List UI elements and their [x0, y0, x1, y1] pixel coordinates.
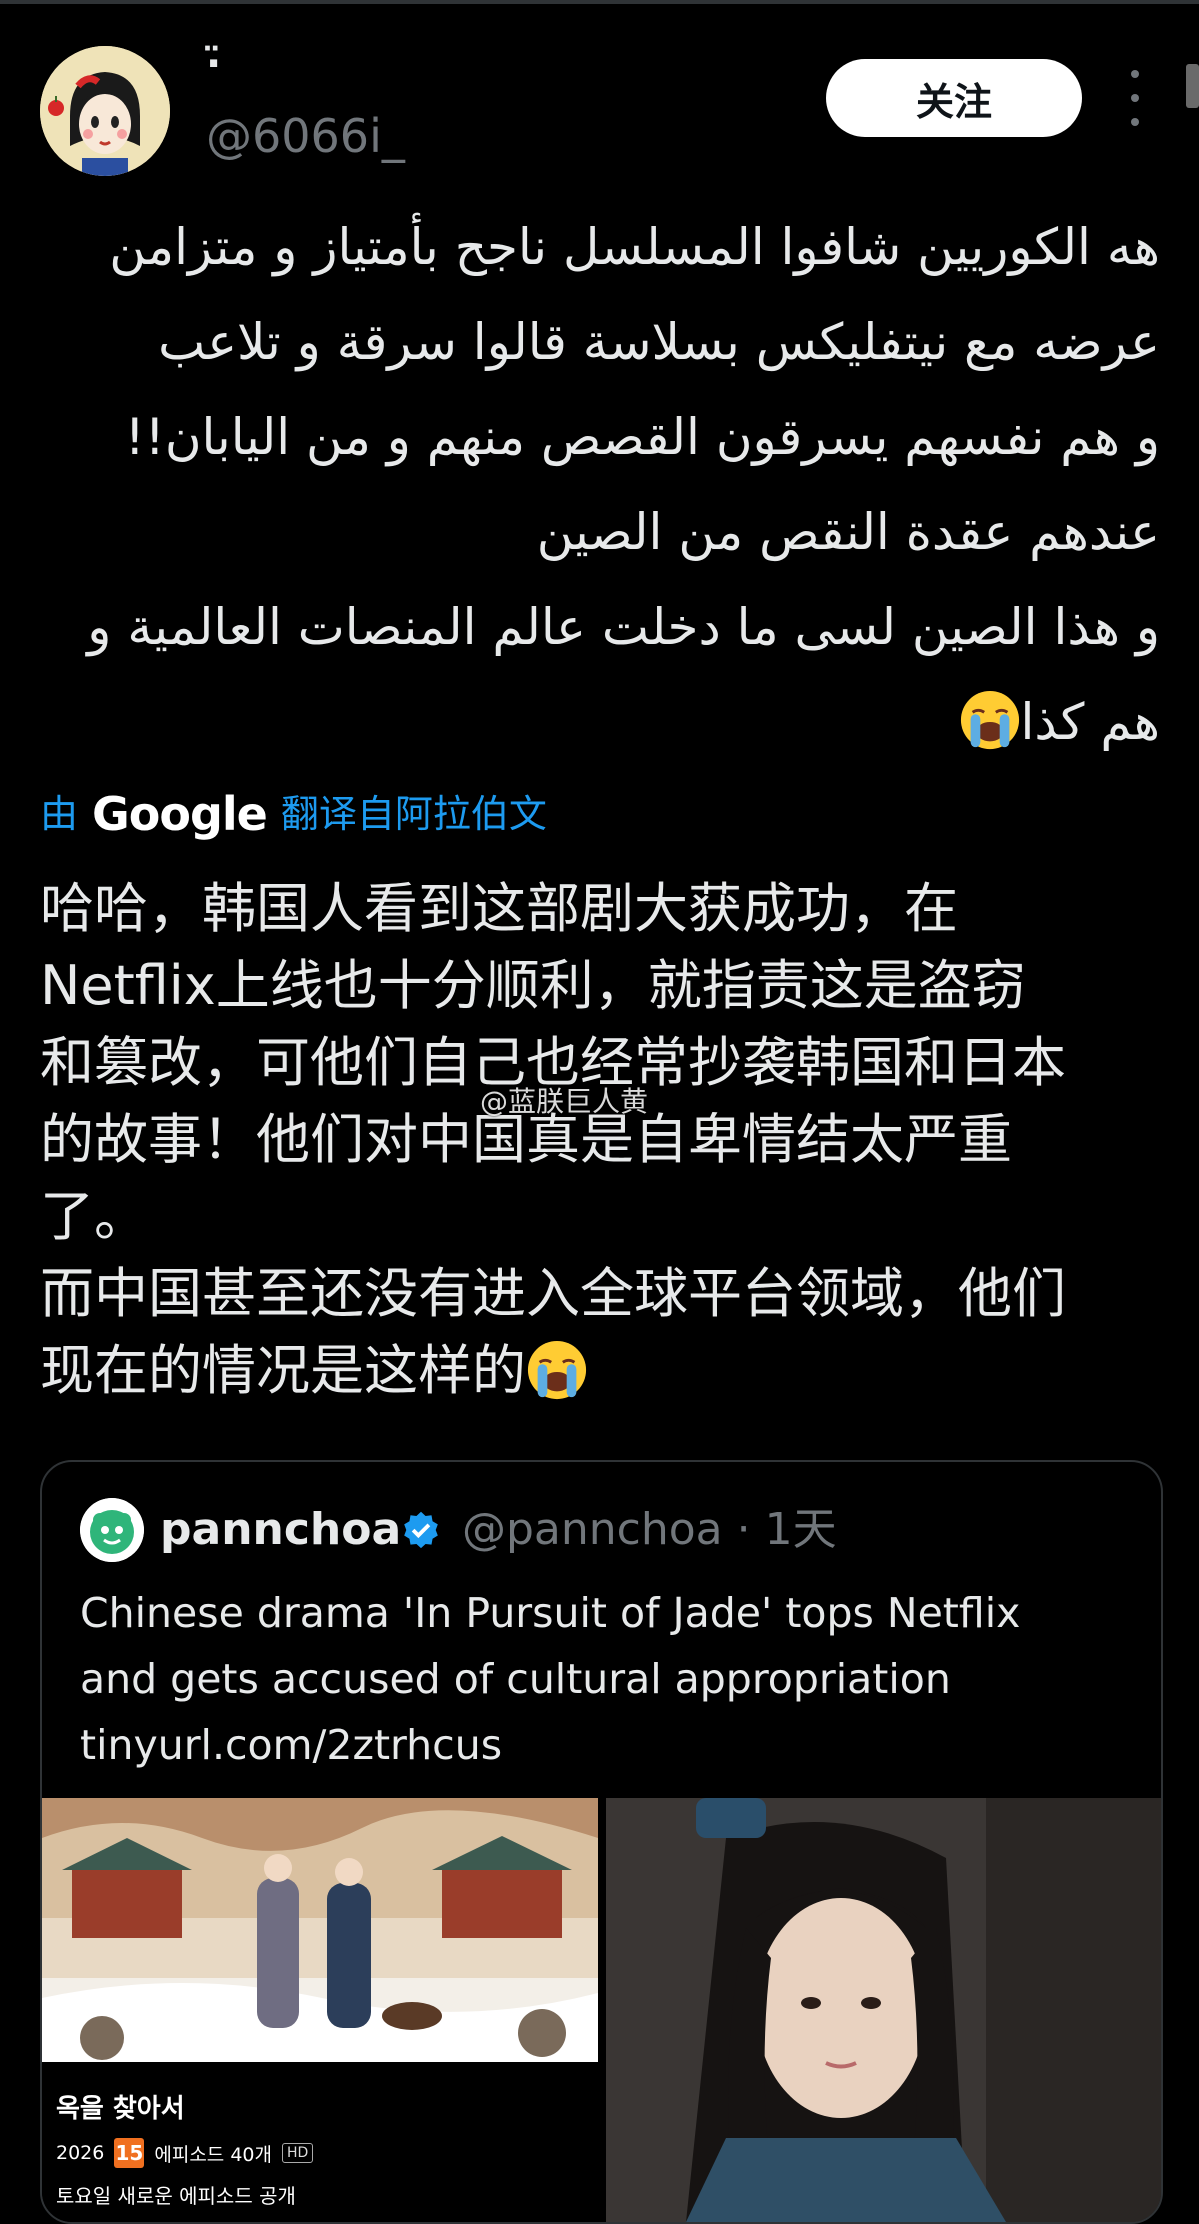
- media-title: 옥을 찾아서: [56, 2094, 185, 2124]
- loudly-crying-face-icon: [527, 1340, 587, 1400]
- avatar[interactable]: [40, 46, 170, 176]
- tweet-text-line: ﻭ ﻫﻢ ﻧﻔﺴﻬﻢ ﻳﺴﺮﻗﻮﻥ ﺍﻟﻘﺼﺺ ﻣﻨﻬﻢ ﻭ ﻣﻦ ﺍﻟﻴﺎﺑﺎ…: [124, 408, 1160, 466]
- tweet-text-original: ﻫﻪ ﺍﻟﻜﻮﺭﻳﻴﻦ ﺷﺎﻓﻮﺍ ﺍﻟﻤﺴﻠﺴﻞ ﻧﺎﺟﺢ ﺑﺄﻣﺘﻴﺎﺯ ﻭ…: [30, 200, 1160, 770]
- quoted-text-line: and gets accused of cultural appropriati…: [80, 1655, 951, 1703]
- translate-by-label: 由: [40, 792, 79, 836]
- media-episodes: 에피소드 40개: [154, 2143, 272, 2166]
- quoted-tweet[interactable]: pannchoa @pannchoa · 1天 Chinese drama 'I…: [40, 1460, 1163, 2224]
- quoted-display-name[interactable]: pannchoa: [160, 1502, 401, 1558]
- translated-line: 哈哈，韩国人看到这部剧大获成功，在: [40, 877, 958, 940]
- quoted-handle-time: @pannchoa · 1天: [462, 1504, 837, 1555]
- media-meta: 2026 15 에피소드 40개 HD: [56, 2138, 314, 2168]
- quoted-text: Chinese drama 'In Pursuit of Jade' tops …: [80, 1580, 1140, 1778]
- top-divider: [0, 0, 1199, 4]
- translation-attribution: 由 Google 翻译自阿拉伯文: [40, 786, 547, 842]
- tweet-text-line: ﻫﻪ ﺍﻟﻜﻮﺭﻳﻴﻦ ﺷﺎﻓﻮﺍ ﺍﻟﻤﺴﻠﺴﻞ ﻧﺎﺟﺢ ﺑﺄﻣﺘﻴﺎﺯ ﻭ…: [109, 218, 1160, 276]
- weibo-watermark: @蓝朕巨人黄: [480, 1085, 649, 1118]
- translated-from-link[interactable]: 翻译自阿拉伯文: [281, 786, 547, 842]
- tweet-text-line: ﻭ ﻫﺬﺍ ﺍﻟﺼﻴﻦ ﻟﺴﻰ ﻣﺎ ﺩﺧﻠﺖ ﻋﺎﻟﻢ ﺍﻟﻤﻨﺼﺎﺕ ﺍﻟﻌ…: [87, 598, 1160, 656]
- translated-line-last: 现在的情况是这样的: [40, 1332, 1170, 1409]
- quoted-link[interactable]: tinyurl.com/2ztrhcus: [80, 1712, 1140, 1778]
- google-logo: Google: [92, 787, 268, 841]
- follow-button[interactable]: 关注: [826, 59, 1082, 137]
- media-subtitle: 토요일 새로운 에피소드 공개: [56, 2184, 296, 2208]
- media-image-left[interactable]: 옥을 찾아서 2026 15 에피소드 40개 HD 토요일 새로운 에피소드 …: [42, 1798, 598, 2222]
- tweet-text-line-last: ﻫﻢ ﻛﺬﺍ: [30, 675, 1160, 770]
- media-image-right[interactable]: [606, 1798, 1161, 2222]
- age-rating-badge: 15: [114, 2138, 145, 2168]
- translated-line: 现在的情况是这样的: [40, 1339, 526, 1402]
- quoted-text-line: Chinese drama 'In Pursuit of Jade' tops …: [80, 1589, 1021, 1637]
- tweet-text-line: ﻋﻨﺪﻫﻢ ﻋﻘﺪﺓ ﺍﻟﻨﻘﺺ ﻣﻦ ﺍﻟﺼﻴﻦ: [536, 503, 1160, 561]
- translated-line: Netflix上线也十分顺利，就指责这是盗窃: [40, 954, 1026, 1017]
- tweet-text-line: ﻋﺮﺿﻪ ﻣﻊ ﻧﻴﺘﻔﻠﻴﻜﺲ ﺑﺴﻼﺳﺔ ﻗﺎﻟﻮﺍ ﺳﺮﻗﺔ ﻭ ﺗﻼﻋﺐ: [158, 313, 1160, 371]
- loudly-crying-face-icon: [960, 690, 1019, 750]
- display-name[interactable]: ·̈: [206, 40, 221, 88]
- scrollbar[interactable]: [1186, 64, 1199, 108]
- more-options-icon[interactable]: [1120, 70, 1150, 126]
- translated-line: 了。: [40, 1185, 148, 1248]
- actor-portrait: [606, 1798, 1161, 2222]
- media-year: 2026: [56, 2142, 105, 2164]
- drama-poster-snow-scene: [42, 1798, 598, 2062]
- quoted-avatar-image: [80, 1498, 144, 1562]
- tweet-text-translated: 哈哈，韩国人看到这部剧大获成功，在 Netflix上线也十分顺利，就指责这是盗窃…: [40, 870, 1170, 1409]
- avatar-illustration: [40, 46, 170, 176]
- translated-line: 而中国甚至还没有进入全球平台领域，他们: [40, 1262, 1066, 1325]
- verified-badge-icon: [404, 1511, 438, 1549]
- quoted-avatar[interactable]: [80, 1498, 144, 1562]
- hd-badge: HD: [281, 2143, 314, 2163]
- tweet-text-line: ﻫﻢ ﻛﺬﺍ: [1020, 693, 1160, 751]
- user-handle[interactable]: @6066i_: [206, 108, 405, 164]
